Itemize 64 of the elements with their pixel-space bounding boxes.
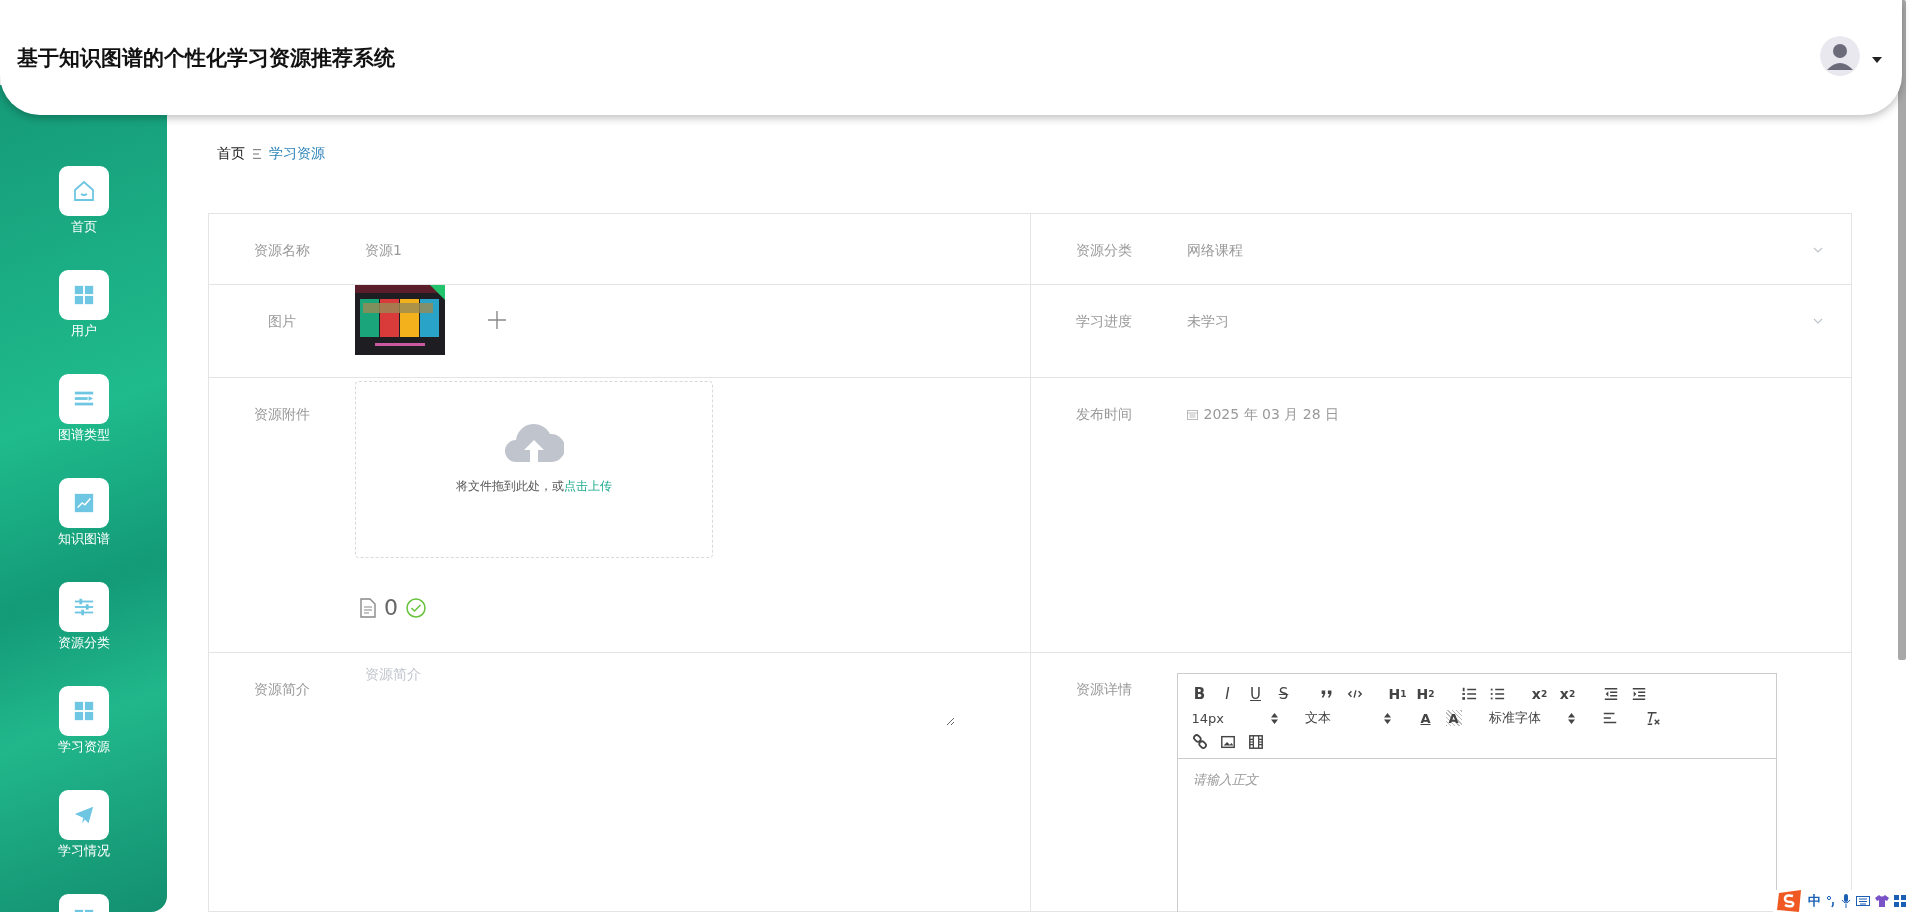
nav-button[interactable] [58,582,109,632]
upload-dropzone[interactable]: 将文件拖到此处，或点击上传 [355,381,713,558]
upload-hint: 将文件拖到此处，或点击上传 [456,478,612,495]
ime-logo-icon[interactable] [1777,890,1803,912]
microphone-icon[interactable] [1841,894,1851,908]
bold-button[interactable]: B [1185,682,1214,706]
numbered-list-icon [1460,686,1477,702]
scrollbar[interactable] [1898,0,1906,660]
nav-button[interactable] [58,270,109,320]
grid-icon [72,284,95,306]
editor-placeholder: 请输入正文 [1191,771,1260,789]
grid-icon [72,700,95,722]
indent-icon [1630,686,1647,702]
link-icon [1191,734,1208,750]
underline-button[interactable]: U [1241,682,1270,706]
document-icon [360,597,376,618]
chevron-down-icon [1813,247,1823,253]
punctuation-icon[interactable] [1826,894,1836,908]
script-button[interactable]: x$^{2}$ [1553,682,1582,706]
breadcrumb-current[interactable]: 学习资源 [269,145,325,163]
outdent-icon [1602,686,1619,702]
up-down-arrows-icon [1567,712,1575,724]
nav-button[interactable] [58,478,109,528]
keyboard-icon[interactable] [1856,895,1870,907]
field-label: 图片 [267,312,297,331]
calendar-icon [1186,408,1198,420]
ime-mode[interactable]: 中 [1808,892,1821,910]
dropdown-picker[interactable]: 文本 [1298,706,1397,730]
check-circle-icon [406,597,426,618]
chart-icon [72,492,95,514]
align-left-icon [1601,710,1618,726]
caret-icon[interactable] [1872,57,1882,63]
bullet-list-icon [1488,686,1505,702]
app-title: 基于知识图谱的个性化学习资源推荐系统 [17,44,396,72]
file-count: 0 [384,595,398,620]
italic-button[interactable]: I [1213,682,1242,706]
nav-button[interactable] [58,686,109,736]
field-label: 资源分类 [1074,241,1133,260]
field-label: 资源附件 [253,405,311,424]
separator-icon [253,149,261,159]
avatar[interactable] [1820,35,1860,76]
nav-button[interactable] [58,790,109,840]
summary-field[interactable]: 资源简介 [355,653,955,726]
field-label: 发布时间 [1074,405,1133,424]
highlight-button[interactable]: A [1445,710,1462,726]
field-label: 学习进度 [1074,312,1133,331]
grid-icon[interactable] [1894,895,1906,907]
strikethrough-button[interactable]: S [1269,682,1298,706]
field-label: 资源详情 [1074,680,1133,699]
chevron-down-icon [1813,318,1823,324]
shirt-icon[interactable] [1875,895,1889,907]
sliders-icon [72,596,95,618]
up-down-arrows-icon [1270,712,1278,724]
home-icon [71,179,96,203]
dropdown-picker[interactable]: 标准字体 [1482,706,1581,730]
field-label: 资源名称 [253,241,311,260]
text-color-button[interactable]: A [1411,706,1440,730]
field-label: 资源简介 [253,680,311,699]
dropdown-picker[interactable]: 14px [1185,706,1284,730]
nav-button[interactable] [58,166,109,216]
image-icon [1219,734,1236,750]
up-down-arrows-icon [1383,712,1391,724]
film-icon [1247,734,1264,750]
breadcrumb-link[interactable]: 首页 [217,145,245,163]
